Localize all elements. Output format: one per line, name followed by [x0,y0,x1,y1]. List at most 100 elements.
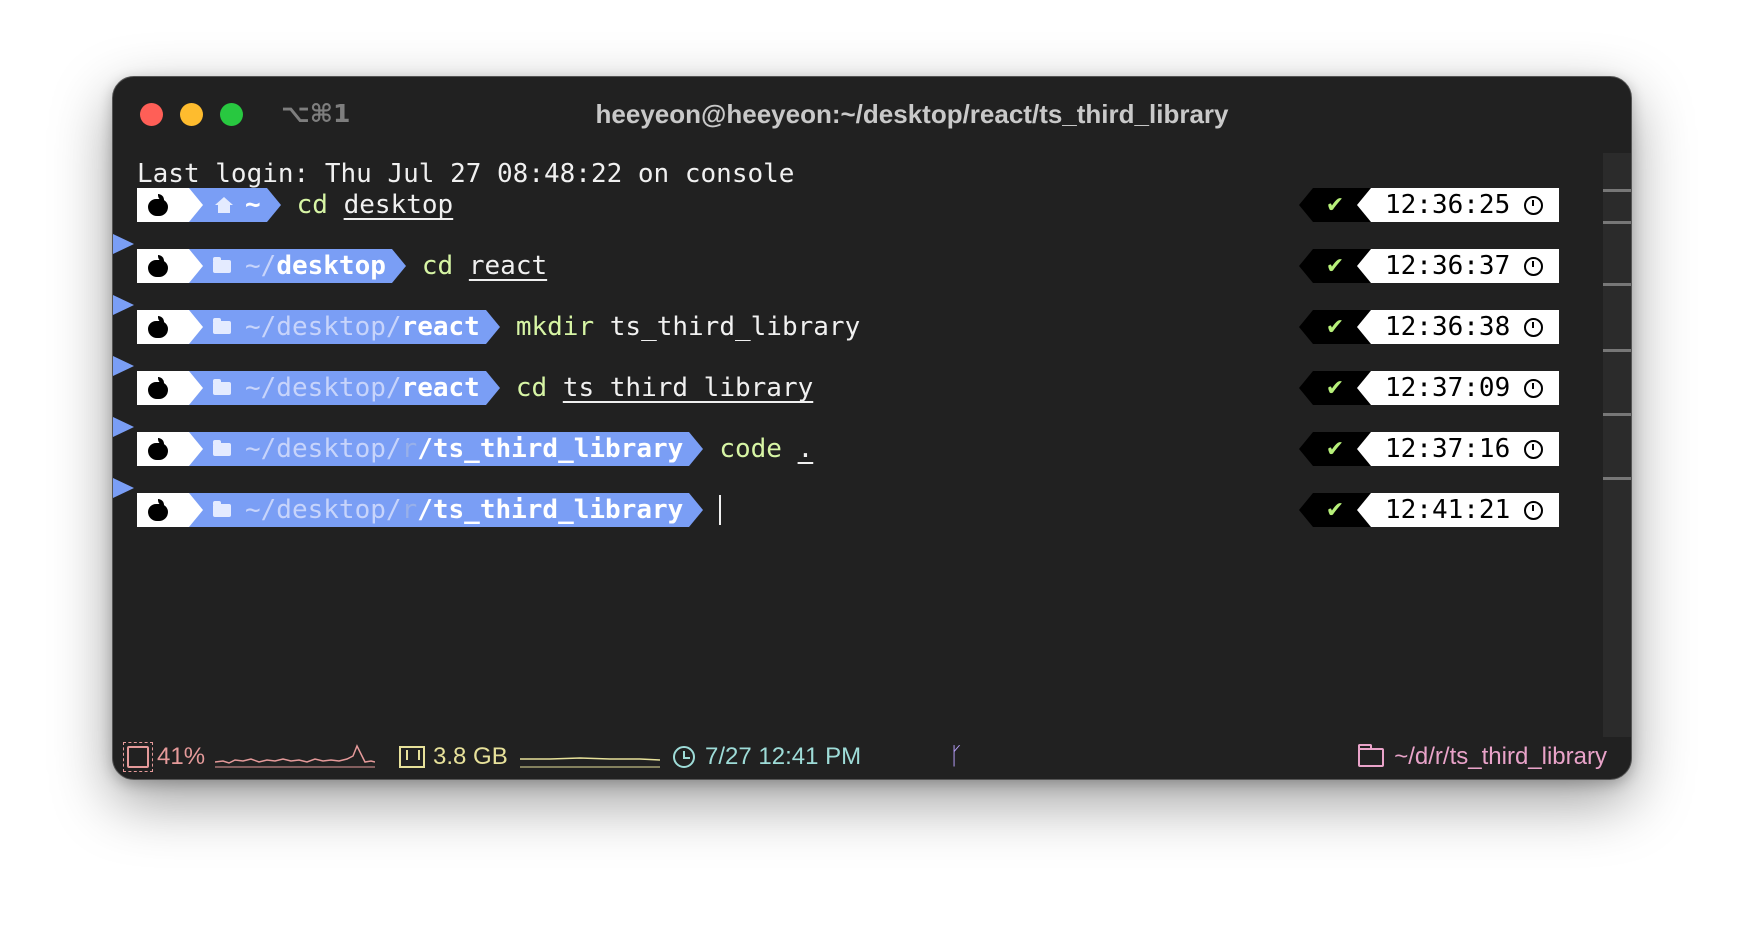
segment-separator [189,432,203,466]
command: cd [515,373,548,403]
datetime-status: 7/27 12:41 PM [673,735,861,779]
success-check-icon: ✔ [1313,188,1357,222]
success-check-icon: ✔ [1313,249,1357,283]
segment-arrow [689,432,704,466]
git-branch-icon: ᚴ [949,743,964,770]
path-current: ~ [245,190,261,220]
cpu-status: 41% [123,735,376,779]
clock-icon [1524,195,1544,215]
command-space [453,251,469,281]
cpu-usage: 41% [157,743,206,770]
home-icon [213,196,235,214]
command-time: 12:36:37 [1371,249,1559,283]
command-space [594,312,610,342]
success-check-icon: ✔ [1313,432,1357,466]
prompt-path: ~/desktop/r/ts_third_library [203,432,690,466]
segment-separator [189,310,203,344]
scroll-mark [1603,189,1631,192]
right-prompt: ✔ 12:41:21 [1299,493,1559,527]
prompt-marker-icon [113,478,134,498]
command-argument: ts_third_library [609,312,861,342]
prompt-line: ~ cd desktop [137,188,453,222]
command-space [782,434,798,464]
right-prompt: ✔ 12:36:25 [1299,188,1559,222]
segment-tip [1299,432,1313,466]
command-time: 12:36:38 [1371,310,1559,344]
prompt-line: ~/desktop cd react [137,249,547,283]
folder-icon [213,440,235,458]
scroll-mark [1603,283,1631,286]
command-time: 12:37:09 [1371,371,1559,405]
command-time: 12:36:25 [1371,188,1559,222]
scroll-mark [1603,413,1631,416]
segment-tip [1299,493,1313,527]
clock-icon [1524,317,1544,337]
success-check-icon: ✔ [1313,371,1357,405]
prompt-marker-icon [113,417,134,437]
scrollbar[interactable] [1603,153,1631,737]
apple-icon [137,432,189,466]
command-space [547,373,563,403]
segment-tip [1299,371,1313,405]
path-current: desktop [276,251,386,281]
segment-separator [1357,188,1371,222]
cpu-icon [123,742,153,772]
command: cd [296,190,328,220]
prompt-path: ~/desktop/react [203,310,486,344]
segment-separator [1357,371,1371,405]
right-prompt: ✔ 12:36:37 [1299,249,1559,283]
prompt-line: ~/desktop/react cd ts_third_library [137,371,813,405]
command-argument: ts_third_library [562,373,814,403]
segment-tip [1299,310,1313,344]
scroll-mark [1603,477,1631,480]
command-argument: react [468,251,548,281]
time-text: 12:37:16 [1385,434,1511,464]
segment-separator [189,188,203,222]
success-check-icon: ✔ [1313,310,1357,344]
prompt-line: ~/desktop/r/ts_third_library code . [137,432,813,466]
prompt-marker-icon [113,234,134,254]
command-argument: desktop [343,190,454,220]
segment-separator [189,371,203,405]
clock-icon [1524,439,1544,459]
path-abbrev: r [401,495,418,525]
clock-icon [1524,500,1544,520]
path-prefix: ~/ [245,251,277,281]
prompt-path: ~ [203,188,267,222]
right-prompt: ✔ 12:37:16 [1299,432,1559,466]
folder-icon [213,318,235,336]
git-status: ᚴ [949,735,963,779]
clock-icon [1524,256,1544,276]
command-argument: . [797,434,814,464]
scroll-mark [1603,349,1631,352]
prompt-line: ~/desktop/react mkdir ts_third_library [137,310,860,344]
path-current: react [401,373,480,403]
prompt-path: ~/desktop/r/ts_third_library [203,493,690,527]
prompt-line: ~/desktop/r/ts_third_library [137,493,722,527]
terminal-content[interactable]: Last login: Thu Jul 27 08:48:22 on conso… [113,149,1603,735]
current-path: ~/d/r/ts_third_library [1394,743,1607,770]
path-prefix: ~/desktop/ [245,312,402,342]
apple-icon [137,371,189,405]
segment-arrow [391,249,406,283]
last-login-line: Last login: Thu Jul 27 08:48:22 on conso… [137,159,795,189]
time-text: 12:36:25 [1385,190,1511,220]
memory-usage: 3.8 GB [433,743,508,770]
cpu-sparkline [215,744,376,768]
text-cursor [719,495,722,525]
command-time: 12:37:16 [1371,432,1559,466]
path-abbrev: r [401,434,418,464]
folder-icon [213,379,235,397]
apple-icon [137,249,189,283]
command: cd [421,251,454,281]
path-current: /ts_third_library [417,495,684,525]
clock-icon [1524,378,1544,398]
memory-icon [399,746,425,768]
segment-separator [1357,493,1371,527]
prompt-marker-icon [113,356,134,376]
folder-icon [1358,743,1385,767]
segment-separator [189,249,203,283]
command-time: 12:41:21 [1371,493,1559,527]
segment-tip [1299,249,1313,283]
prompt-marker-icon [113,295,134,315]
